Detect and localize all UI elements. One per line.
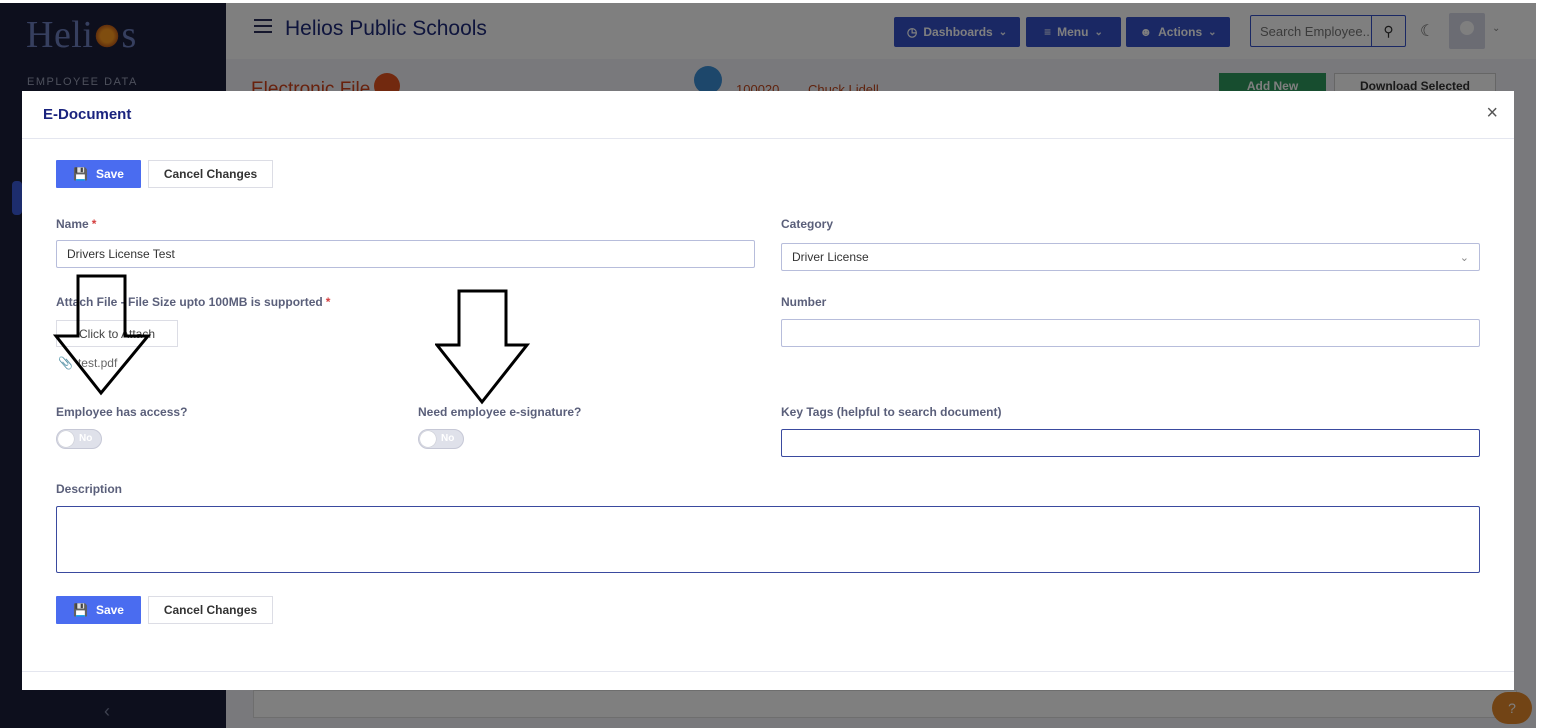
name-label: Name * bbox=[56, 217, 97, 231]
annotation-arrow-down-icon bbox=[435, 289, 531, 405]
cancel-changes-button-top[interactable]: Cancel Changes bbox=[148, 160, 273, 188]
toggle-knob bbox=[420, 431, 436, 447]
key-tags-input[interactable] bbox=[781, 429, 1480, 457]
description-label: Description bbox=[56, 482, 123, 496]
e-document-modal: E-Document × 💾 Save Cancel Changes Name *… bbox=[22, 91, 1514, 690]
toggle-state-text: No bbox=[441, 433, 455, 444]
number-label: Number bbox=[781, 295, 827, 309]
esignature-toggle[interactable]: No bbox=[418, 429, 464, 449]
floppy-disk-icon: 💾 bbox=[73, 603, 88, 617]
floppy-disk-icon: 💾 bbox=[73, 167, 88, 181]
toggle-knob bbox=[58, 431, 74, 447]
name-input[interactable]: Drivers License Test bbox=[56, 240, 755, 268]
chevron-down-icon: ⌄ bbox=[1459, 252, 1469, 264]
esignature-label: Need employee e-signature? bbox=[418, 405, 582, 419]
annotation-arrow-down-icon bbox=[52, 274, 152, 396]
number-input[interactable] bbox=[781, 319, 1480, 347]
category-select[interactable]: Driver License ⌄ bbox=[781, 243, 1480, 271]
page-right-edge bbox=[1536, 0, 1543, 728]
description-textarea[interactable] bbox=[56, 506, 1480, 573]
toggle-state-text: No bbox=[79, 433, 93, 444]
save-button-top[interactable]: 💾 Save bbox=[56, 160, 141, 188]
cancel-label: Cancel Changes bbox=[163, 603, 258, 617]
modal-header: E-Document × bbox=[22, 91, 1514, 139]
cancel-label: Cancel Changes bbox=[163, 167, 258, 181]
category-label: Category bbox=[781, 217, 834, 231]
modal-footer-divider bbox=[22, 671, 1514, 672]
close-icon[interactable]: × bbox=[1486, 103, 1498, 123]
required-asterisk: * bbox=[325, 295, 331, 309]
category-value: Driver License bbox=[792, 250, 869, 264]
save-label: Save bbox=[95, 167, 124, 181]
key-tags-label: Key Tags (helpful to search document) bbox=[781, 405, 1002, 419]
cancel-changes-button-bottom[interactable]: Cancel Changes bbox=[148, 596, 273, 624]
save-button-bottom[interactable]: 💾 Save bbox=[56, 596, 141, 624]
required-asterisk: * bbox=[91, 217, 97, 231]
modal-title: E-Document bbox=[43, 106, 132, 123]
save-label: Save bbox=[95, 603, 124, 617]
employee-access-label: Employee has access? bbox=[56, 405, 188, 419]
employee-access-toggle[interactable]: No bbox=[56, 429, 102, 449]
